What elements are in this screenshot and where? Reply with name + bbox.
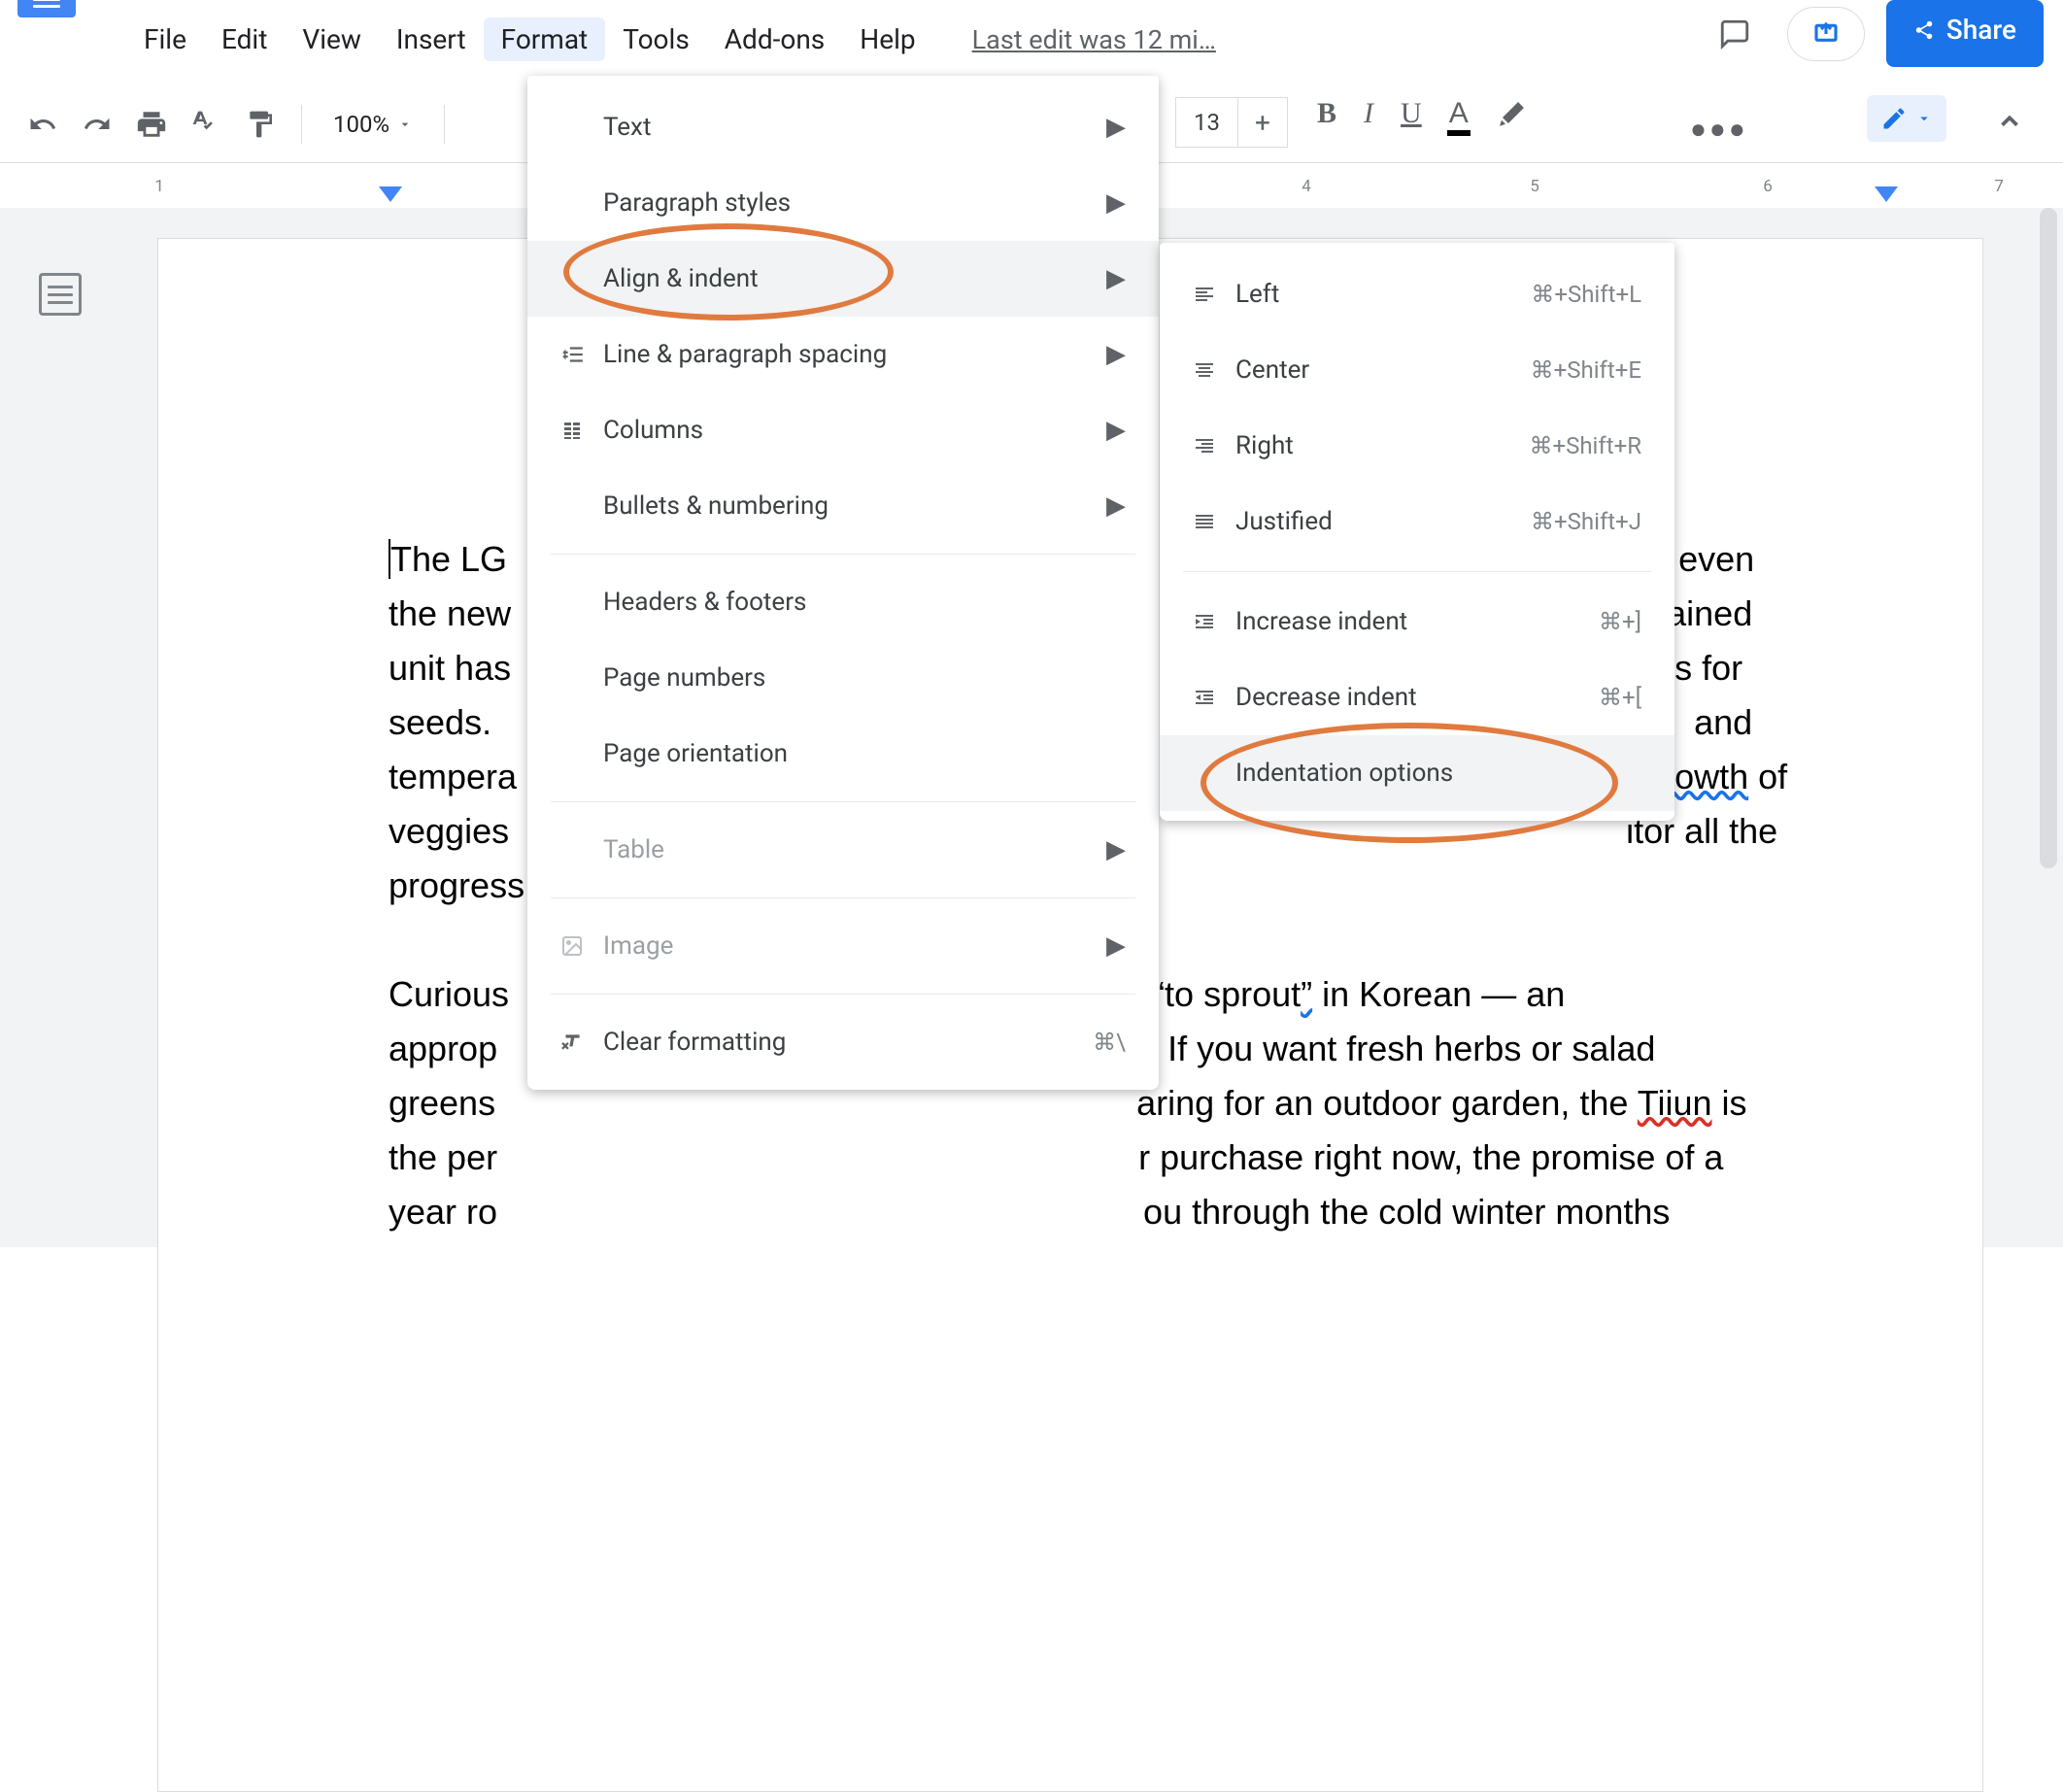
indent-decrease-icon — [1183, 686, 1226, 709]
share-button[interactable]: Share — [1886, 0, 2044, 67]
share-button-label: Share — [1946, 14, 2016, 46]
menu-edit[interactable]: Edit — [204, 17, 285, 61]
line-spacing-icon — [551, 342, 593, 367]
shortcut-label: ⌘+] — [1599, 608, 1641, 635]
left-indent-marker[interactable] — [379, 186, 402, 202]
font-size-increase[interactable]: + — [1238, 98, 1287, 147]
menu-item-clear-formatting[interactable]: Clear formatting ⌘\ — [527, 1004, 1159, 1080]
docs-app-icon[interactable] — [17, 0, 76, 17]
bold-button[interactable]: B — [1317, 97, 1336, 130]
menu-format[interactable]: Format — [484, 17, 606, 61]
format-dropdown-menu: Text ▶ Paragraph styles ▶ Align & indent… — [527, 76, 1159, 1090]
menu-item-page-numbers[interactable]: Page numbers — [527, 640, 1159, 716]
shortcut-label: ⌘+Shift+E — [1531, 356, 1641, 384]
last-edit-link[interactable]: Last edit was 12 mi… — [972, 24, 1216, 55]
outline-toggle-button[interactable] — [39, 273, 82, 316]
menu-item-decrease-indent[interactable]: Decrease indent ⌘+[ — [1160, 659, 1674, 735]
menu-item-page-orientation[interactable]: Page orientation — [527, 716, 1159, 792]
menu-bar: File Edit View Insert Format Tools Add-o… — [126, 17, 1216, 61]
underline-button[interactable]: U — [1401, 97, 1422, 130]
align-justify-icon — [1183, 510, 1226, 533]
menu-addons[interactable]: Add-ons — [707, 17, 842, 61]
menu-item-align-right[interactable]: Right ⌘+Shift+R — [1160, 408, 1674, 484]
ruler-label: 1 — [154, 177, 164, 196]
menu-tools[interactable]: Tools — [605, 17, 707, 61]
format-buttons: B I U A — [1317, 97, 1529, 130]
menu-item-increase-indent[interactable]: Increase indent ⌘+] — [1160, 584, 1674, 659]
ruler-label: 5 — [1530, 177, 1539, 196]
submenu-arrow-icon: ▶ — [1106, 264, 1126, 293]
comments-icon[interactable] — [1704, 15, 1766, 53]
shortcut-label: ⌘+Shift+J — [1531, 508, 1641, 535]
highlight-button[interactable] — [1496, 97, 1529, 130]
submenu-arrow-icon: ▶ — [1106, 835, 1126, 864]
undo-button[interactable] — [19, 101, 66, 148]
shortcut-label: ⌘\ — [1093, 1029, 1126, 1056]
text-color-button[interactable]: A — [1449, 97, 1469, 130]
vertical-scrollbar[interactable] — [2040, 208, 2057, 868]
top-right-controls: Share — [1704, 0, 2044, 67]
submenu-arrow-icon: ▶ — [1106, 491, 1126, 521]
menu-item-indentation-options[interactable]: Indentation options — [1160, 735, 1674, 811]
zoom-select[interactable]: 100% — [320, 111, 426, 138]
submenu-arrow-icon: ▶ — [1106, 340, 1126, 369]
submenu-arrow-icon: ▶ — [1106, 416, 1126, 445]
menu-item-columns[interactable]: Columns ▶ — [527, 392, 1159, 468]
submenu-arrow-icon: ▶ — [1106, 931, 1126, 961]
shortcut-label: ⌘+Shift+L — [1531, 281, 1641, 308]
ruler-label: 4 — [1302, 177, 1311, 196]
columns-icon — [551, 419, 593, 442]
print-button[interactable] — [128, 101, 175, 148]
right-indent-marker[interactable] — [1875, 186, 1898, 202]
shortcut-label: ⌘+[ — [1599, 684, 1641, 711]
font-size-control[interactable]: 13 + — [1175, 97, 1288, 148]
menu-item-line-spacing[interactable]: Line & paragraph spacing ▶ — [527, 317, 1159, 392]
menu-item-align-justified[interactable]: Justified ⌘+Shift+J — [1160, 484, 1674, 559]
ruler-label: 7 — [1994, 177, 2004, 196]
menu-item-align-indent[interactable]: Align & indent ▶ — [527, 241, 1159, 317]
present-button[interactable] — [1787, 7, 1865, 61]
redo-button[interactable] — [74, 101, 120, 148]
paint-format-button[interactable] — [237, 101, 284, 148]
menu-file[interactable]: File — [126, 17, 204, 61]
image-icon — [551, 934, 593, 958]
shortcut-label: ⌘+Shift+R — [1529, 432, 1641, 459]
menu-item-image: Image ▶ — [527, 908, 1159, 984]
menu-item-paragraph-styles[interactable]: Paragraph styles ▶ — [527, 165, 1159, 241]
align-left-icon — [1183, 283, 1226, 306]
clear-format-icon — [551, 1030, 593, 1055]
font-size-value[interactable]: 13 — [1176, 98, 1238, 147]
menu-item-align-center[interactable]: Center ⌘+Shift+E — [1160, 332, 1674, 408]
menu-item-align-left[interactable]: Left ⌘+Shift+L — [1160, 256, 1674, 332]
menu-item-text[interactable]: Text ▶ — [527, 89, 1159, 165]
align-center-icon — [1183, 358, 1226, 382]
align-right-icon — [1183, 434, 1226, 457]
submenu-arrow-icon: ▶ — [1106, 113, 1126, 142]
align-indent-submenu: Left ⌘+Shift+L Center ⌘+Shift+E Right ⌘+… — [1160, 243, 1674, 821]
menu-item-headers-footers[interactable]: Headers & footers — [527, 564, 1159, 640]
menu-help[interactable]: Help — [842, 17, 932, 61]
menu-item-bullets-numbering[interactable]: Bullets & numbering ▶ — [527, 468, 1159, 544]
menu-item-table: Table ▶ — [527, 812, 1159, 888]
italic-button[interactable]: I — [1364, 97, 1373, 130]
indent-increase-icon — [1183, 610, 1226, 633]
menu-view[interactable]: View — [285, 17, 379, 61]
submenu-arrow-icon: ▶ — [1106, 188, 1126, 218]
editing-mode-button[interactable] — [1867, 95, 1946, 142]
zoom-value: 100% — [333, 111, 389, 138]
collapse-toolbar-button[interactable] — [1995, 107, 2024, 136]
more-toolbar-button[interactable]: ●●● — [1690, 113, 1748, 145]
menu-insert[interactable]: Insert — [379, 17, 484, 61]
spellcheck-button[interactable] — [183, 101, 229, 148]
ruler-label: 6 — [1763, 177, 1773, 196]
